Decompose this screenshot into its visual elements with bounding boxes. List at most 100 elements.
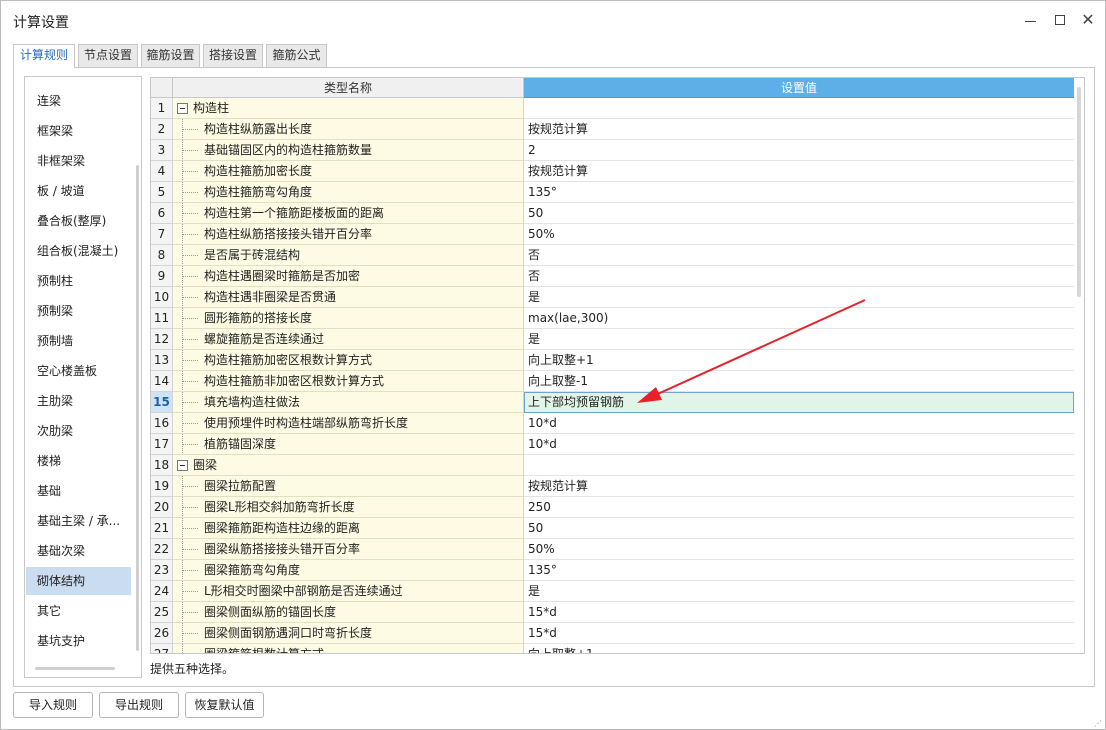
table-row[interactable]: 13 构造柱箍筋加密区根数计算方式 向上取整+1: [151, 350, 1074, 371]
row-number[interactable]: 9: [151, 266, 173, 287]
sidebar-item[interactable]: 板 / 坡道: [26, 177, 131, 205]
table-row[interactable]: 22 圈梁纵筋搭接接头错开百分率 50%: [151, 539, 1074, 560]
setting-value-cell[interactable]: 15*d: [524, 623, 1074, 644]
close-button[interactable]: ✕: [1079, 11, 1097, 29]
sidebar-item[interactable]: 叠合板(整厚): [26, 207, 131, 235]
row-number[interactable]: 4: [151, 161, 173, 182]
table-row[interactable]: 27 圈梁箍筋根数计算方式 向上取整+1: [151, 644, 1074, 653]
sidebar-item[interactable]: 框架梁: [26, 117, 131, 145]
row-number[interactable]: 6: [151, 203, 173, 224]
grid-vertical-scrollbar[interactable]: [1077, 87, 1081, 297]
restore-defaults-button[interactable]: 恢复默认值: [185, 692, 264, 718]
setting-value-cell[interactable]: 是: [524, 329, 1074, 350]
setting-value-cell[interactable]: 15*d: [524, 602, 1074, 623]
table-row[interactable]: 19 圈梁拉筋配置 按规范计算: [151, 476, 1074, 497]
sidebar-horizontal-scrollbar[interactable]: [35, 667, 115, 670]
table-row[interactable]: 20 圈梁L形相交斜加筋弯折长度 250: [151, 497, 1074, 518]
setting-value-cell[interactable]: 按规范计算: [524, 119, 1074, 140]
row-number[interactable]: 1: [151, 98, 173, 119]
setting-value-cell[interactable]: 10*d: [524, 434, 1074, 455]
tab-stirrup-formula[interactable]: 箍筋公式: [266, 44, 327, 67]
sidebar-item[interactable]: 楼梯: [26, 447, 131, 475]
row-number[interactable]: 12: [151, 329, 173, 350]
row-number[interactable]: 2: [151, 119, 173, 140]
tab-node-settings[interactable]: 节点设置: [78, 44, 138, 67]
sidebar-item[interactable]: 基础: [26, 477, 131, 505]
resize-grip-icon[interactable]: ⋰: [1094, 719, 1104, 729]
setting-value-cell[interactable]: 50: [524, 518, 1074, 539]
import-rules-button[interactable]: 导入规则: [13, 692, 93, 718]
collapse-icon[interactable]: [177, 103, 188, 114]
table-row[interactable]: 6 构造柱第一个箍筋距楼板面的距离 50: [151, 203, 1074, 224]
row-number[interactable]: 19: [151, 476, 173, 497]
row-number[interactable]: 23: [151, 560, 173, 581]
sidebar-item[interactable]: 次肋梁: [26, 417, 131, 445]
row-number[interactable]: 27: [151, 644, 173, 653]
maximize-button[interactable]: [1051, 11, 1069, 29]
export-rules-button[interactable]: 导出规则: [99, 692, 179, 718]
sidebar-item[interactable]: 基础主梁 / 承...: [26, 507, 131, 535]
setting-value-cell[interactable]: 135°: [524, 182, 1074, 203]
table-row[interactable]: 15 填充墙构造柱做法 上下部均预留钢筋: [151, 392, 1074, 413]
row-number[interactable]: 26: [151, 623, 173, 644]
setting-value-cell[interactable]: 是: [524, 287, 1074, 308]
sidebar-item-selected[interactable]: 砌体结构: [26, 567, 131, 595]
setting-value-cell[interactable]: [524, 98, 1074, 119]
row-number[interactable]: 3: [151, 140, 173, 161]
row-number[interactable]: 11: [151, 308, 173, 329]
sidebar-item[interactable]: 主肋梁: [26, 387, 131, 415]
setting-value-cell[interactable]: 向上取整-1: [524, 371, 1074, 392]
table-row[interactable]: 5 构造柱箍筋弯勾角度 135°: [151, 182, 1074, 203]
sidebar-item[interactable]: 组合板(混凝土): [26, 237, 131, 265]
setting-value-cell[interactable]: 50%: [524, 539, 1074, 560]
sidebar-vertical-scrollbar[interactable]: [136, 165, 139, 651]
setting-value-cell[interactable]: 是: [524, 581, 1074, 602]
setting-value-cell[interactable]: 135°: [524, 560, 1074, 581]
group-row[interactable]: 1 构造柱: [151, 98, 1074, 119]
table-row[interactable]: 9 构造柱遇圈梁时箍筋是否加密 否: [151, 266, 1074, 287]
sidebar-item[interactable]: 基坑支护: [26, 627, 131, 655]
row-number[interactable]: 17: [151, 434, 173, 455]
table-row[interactable]: 3 基础锚固区内的构造柱箍筋数量 2: [151, 140, 1074, 161]
table-row[interactable]: 2 构造柱纵筋露出长度 按规范计算: [151, 119, 1074, 140]
group-row[interactable]: 18 圈梁: [151, 455, 1074, 476]
table-row[interactable]: 26 圈梁侧面钢筋遇洞口时弯折长度 15*d: [151, 623, 1074, 644]
table-row[interactable]: 12 螺旋箍筋是否连续通过 是: [151, 329, 1074, 350]
tab-calc-rules[interactable]: 计算规则: [13, 44, 75, 68]
setting-value-cell[interactable]: 向上取整+1: [524, 350, 1074, 371]
row-number[interactable]: 22: [151, 539, 173, 560]
table-row[interactable]: 10 构造柱遇非圈梁是否贯通 是: [151, 287, 1074, 308]
table-row[interactable]: 11 圆形箍筋的搭接长度 max(lae,300): [151, 308, 1074, 329]
row-number[interactable]: 13: [151, 350, 173, 371]
table-row[interactable]: 25 圈梁侧面纵筋的锚固长度 15*d: [151, 602, 1074, 623]
setting-value-cell[interactable]: 250: [524, 497, 1074, 518]
row-number[interactable]: 5: [151, 182, 173, 203]
row-number[interactable]: 18: [151, 455, 173, 476]
setting-value-cell[interactable]: [524, 455, 1074, 476]
tab-lap-settings[interactable]: 搭接设置: [203, 44, 263, 67]
setting-value-cell[interactable]: 向上取整+1: [524, 644, 1074, 653]
setting-value-cell[interactable]: max(lae,300): [524, 308, 1074, 329]
table-row[interactable]: 21 圈梁箍筋距构造柱边缘的距离 50: [151, 518, 1074, 539]
table-row[interactable]: 4 构造柱箍筋加密长度 按规范计算: [151, 161, 1074, 182]
row-number[interactable]: 8: [151, 245, 173, 266]
row-number[interactable]: 21: [151, 518, 173, 539]
setting-value-cell[interactable]: 50%: [524, 224, 1074, 245]
table-row[interactable]: 23 圈梁箍筋弯勾角度 135°: [151, 560, 1074, 581]
setting-value-cell[interactable]: 按规范计算: [524, 476, 1074, 497]
row-number[interactable]: 7: [151, 224, 173, 245]
row-number[interactable]: 16: [151, 413, 173, 434]
table-row[interactable]: 24 L形相交时圈梁中部钢筋是否连续通过 是: [151, 581, 1074, 602]
table-row[interactable]: 14 构造柱箍筋非加密区根数计算方式 向上取整-1: [151, 371, 1074, 392]
minimize-button[interactable]: [1021, 11, 1039, 29]
row-number[interactable]: 24: [151, 581, 173, 602]
sidebar-item[interactable]: 预制柱: [26, 267, 131, 295]
tab-stirrup-settings[interactable]: 箍筋设置: [141, 44, 200, 67]
sidebar-item[interactable]: 连梁: [26, 87, 131, 115]
table-row[interactable]: 8 是否属于砖混结构 否: [151, 245, 1074, 266]
sidebar-item[interactable]: 预制墙: [26, 327, 131, 355]
sidebar-item[interactable]: 非框架梁: [26, 147, 131, 175]
row-number[interactable]: 15: [151, 392, 173, 413]
setting-value-cell[interactable]: 10*d: [524, 413, 1074, 434]
row-number[interactable]: 10: [151, 287, 173, 308]
